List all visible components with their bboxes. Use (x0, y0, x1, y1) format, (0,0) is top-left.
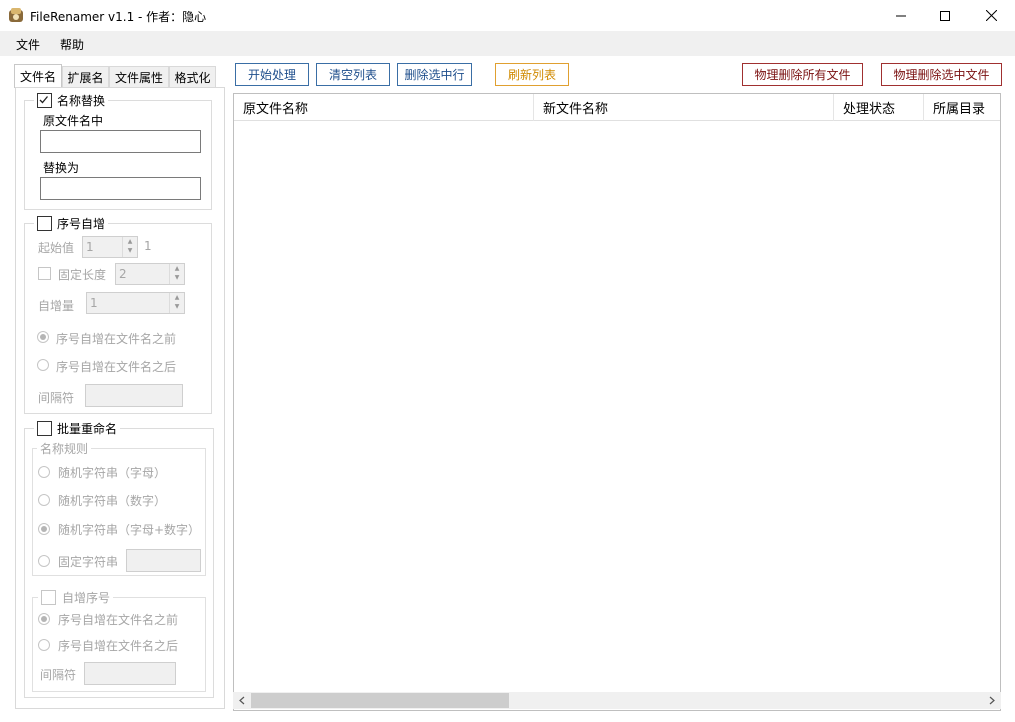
list-header: 原文件名称 新文件名称 处理状态 所属目录 (234, 94, 1000, 121)
tab-format[interactable]: 格式化 (169, 66, 216, 87)
fixed-string-input[interactable] (126, 549, 201, 572)
tab-extension[interactable]: 扩展名 (62, 66, 109, 87)
increment-text: 1 (90, 296, 98, 310)
column-original-name[interactable]: 原文件名称 (234, 94, 534, 121)
file-list[interactable]: 原文件名称 新文件名称 处理状态 所属目录 (233, 93, 1001, 711)
name-replace-header: 名称替换 (34, 92, 109, 108)
spin-up-icon[interactable]: ▲ (170, 293, 184, 302)
serial-header: 序号自增 (34, 215, 109, 231)
fixed-length-label: 固定长度 (58, 268, 107, 282)
refresh-list-button[interactable]: 刷新列表 (495, 63, 569, 86)
serial-separator-input[interactable] (85, 384, 183, 407)
spin-down-icon[interactable]: ▼ (170, 302, 184, 311)
name-rules-title: 名称规则 (37, 440, 92, 457)
batch-serial-after-radio[interactable] (38, 639, 50, 651)
auto-serial-title: 自增序号 (62, 590, 111, 605)
app-icon (8, 7, 24, 23)
maximize-icon (940, 10, 950, 21)
spin-up-icon[interactable]: ▲ (170, 264, 184, 273)
spin-down-icon[interactable]: ▼ (170, 273, 184, 282)
scroll-right-icon[interactable] (985, 693, 999, 708)
auto-serial-header: 自增序号 (38, 589, 114, 605)
random-letters-label: 随机字符串（字母） (58, 466, 167, 480)
random-letters-radio[interactable] (38, 466, 50, 478)
close-button[interactable] (968, 0, 1014, 31)
original-name-label: 原文件名中 (43, 114, 104, 128)
spin-buttons: ▲ ▼ (169, 293, 184, 313)
checkmark-icon (39, 95, 48, 103)
serial-separator-label: 间隔符 (38, 391, 75, 405)
batch-serial-after-label: 序号自增在文件名之后 (58, 639, 179, 653)
batch-rename-header: 批量重命名 (34, 420, 121, 436)
scroll-thumb[interactable] (251, 693, 509, 708)
batch-rename-checkbox[interactable] (37, 420, 52, 436)
batch-separator-input[interactable] (84, 662, 176, 685)
fixed-string-radio[interactable] (38, 555, 50, 567)
start-processing-button[interactable]: 开始处理 (235, 63, 309, 86)
delete-selected-files-button[interactable]: 物理删除选中文件 (881, 63, 1002, 86)
column-directory[interactable]: 所属目录 (924, 94, 1004, 121)
random-digits-radio[interactable] (38, 494, 50, 506)
auto-serial-checkbox[interactable] (41, 589, 56, 605)
increment-label: 自增量 (38, 299, 75, 313)
original-name-input[interactable] (40, 130, 201, 153)
serial-before-label: 序号自增在文件名之前 (56, 332, 177, 346)
column-status[interactable]: 处理状态 (834, 94, 924, 121)
random-mixed-label: 随机字符串（字母+数字） (58, 523, 201, 537)
random-mixed-radio[interactable] (38, 523, 50, 535)
close-icon (985, 10, 997, 21)
minimize-button[interactable] (878, 0, 924, 31)
batch-rename-title: 批量重命名 (57, 421, 118, 436)
serial-after-radio[interactable] (37, 359, 49, 371)
spin-buttons: ▲ ▼ (169, 264, 184, 284)
column-new-name[interactable]: 新文件名称 (534, 94, 834, 121)
horizontal-scrollbar[interactable] (233, 692, 1001, 709)
minimize-icon (896, 15, 906, 16)
serial-after-label: 序号自增在文件名之后 (56, 360, 177, 374)
fixed-length-text: 2 (119, 267, 127, 281)
serial-before-radio[interactable] (37, 331, 49, 343)
fixed-length-spinner[interactable]: 2 ▲ ▼ (115, 263, 185, 285)
start-value-preview: 1 (144, 239, 152, 253)
batch-serial-before-label: 序号自增在文件名之前 (58, 613, 179, 627)
tab-file-attributes[interactable]: 文件属性 (109, 66, 169, 87)
name-replace-title: 名称替换 (57, 93, 106, 108)
delete-selected-rows-button[interactable]: 删除选中行 (397, 63, 472, 86)
menu-file[interactable]: 文件 (16, 36, 40, 53)
menu-help[interactable]: 帮助 (60, 36, 84, 53)
clear-list-button[interactable]: 清空列表 (316, 63, 390, 86)
spin-buttons: ▲ ▼ (122, 237, 137, 257)
start-value-text: 1 (86, 240, 94, 254)
tab-filename[interactable]: 文件名 (14, 64, 62, 88)
replace-with-input[interactable] (40, 177, 201, 200)
serial-title: 序号自增 (57, 216, 106, 231)
serial-checkbox[interactable] (37, 215, 52, 231)
batch-serial-before-radio[interactable] (38, 613, 50, 625)
start-value-spinner[interactable]: 1 ▲ ▼ (82, 236, 138, 258)
delete-all-files-button[interactable]: 物理删除所有文件 (742, 63, 863, 86)
maximize-button[interactable] (922, 0, 968, 31)
batch-separator-label: 间隔符 (40, 668, 77, 682)
window-title: FileRenamer v1.1 - 作者：隐心 (30, 10, 207, 24)
fixed-length-checkbox[interactable] (38, 267, 51, 280)
fixed-string-label: 固定字符串 (58, 555, 119, 569)
random-digits-label: 随机字符串（数字） (58, 494, 167, 508)
spin-down-icon[interactable]: ▼ (123, 246, 137, 255)
name-replace-checkbox[interactable] (37, 92, 52, 108)
replace-with-label: 替换为 (43, 161, 80, 175)
start-value-label: 起始值 (38, 241, 75, 255)
scroll-left-icon[interactable] (235, 693, 249, 708)
increment-spinner[interactable]: 1 ▲ ▼ (86, 292, 185, 314)
menu-bar (0, 31, 1015, 56)
spin-up-icon[interactable]: ▲ (123, 237, 137, 246)
